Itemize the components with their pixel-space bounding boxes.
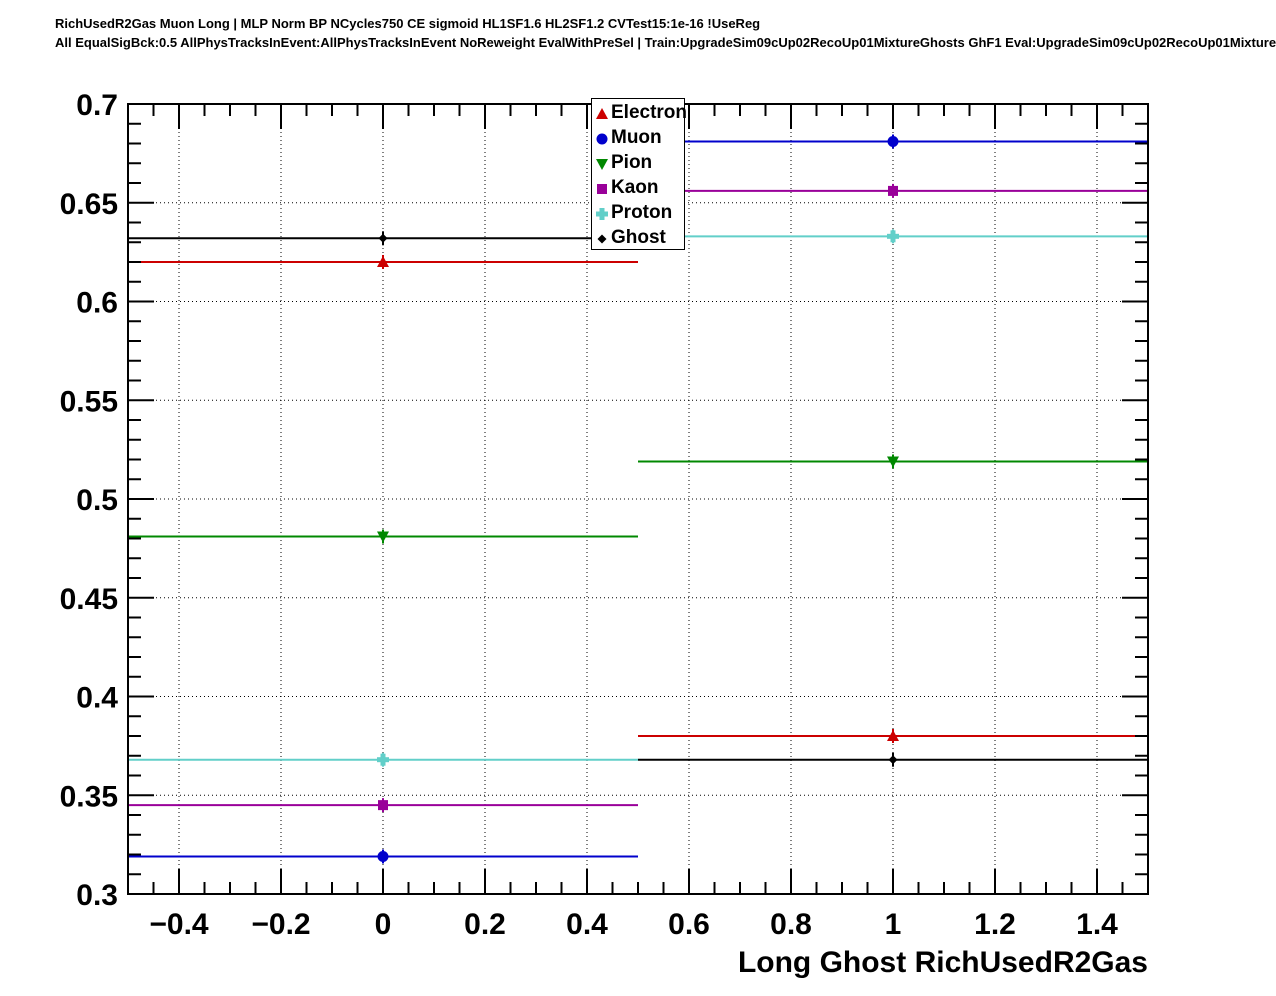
legend-label: Pion [611,152,653,173]
legend-label: Kaon [611,177,659,198]
legend: Electron Muon Pion Kaon Proton Ghost [591,98,688,250]
series-kaon [128,183,1148,813]
x-tick-label: −0.2 [251,908,310,941]
legend-entry-kaon: Kaon [595,175,684,200]
electron-triangle-up-icon [595,105,611,121]
y-tick-label: 0.6 [76,287,118,320]
legend-label: Proton [611,202,673,223]
ghost-diamond-icon [595,230,611,246]
kaon-square-icon [595,180,611,196]
axis-tick-labels: −0.4 −0.2 0 0.2 0.4 0.6 0.8 1 1.2 1.4 0.3 0.35 0.4 0.… [60,89,1119,941]
legend-entry-ghost: Ghost [595,225,684,250]
x-tick-label: 0.4 [566,908,608,941]
root-canvas: RichUsedR2Gas Muon Long | MLP Norm BP NC… [0,0,1276,996]
legend-label: Ghost [611,227,666,248]
legend-entry-muon: Muon [595,125,684,150]
x-tick-label: 1.4 [1076,908,1118,941]
y-tick-label: 0.45 [60,583,118,616]
y-tick-label: 0.4 [76,682,118,715]
legend-entry-pion: Pion [595,150,684,175]
x-tick-label: 0.6 [668,908,710,941]
legend-label: Muon [611,127,662,148]
y-tick-label: 0.7 [76,89,118,122]
series-proton [128,229,1148,767]
y-tick-label: 0.3 [76,879,118,912]
x-tick-label: 0.8 [770,908,812,941]
x-tick-label: 1 [885,908,902,941]
y-tick-label: 0.35 [60,780,118,813]
legend-entry-electron: Electron [595,100,688,125]
x-tick-label: 1.2 [974,908,1016,941]
x-tick-label: −0.4 [149,908,209,941]
x-tick-label: 0 [375,908,392,941]
legend-entry-proton: Proton [595,200,684,225]
x-tick-label: 0.2 [464,908,506,941]
y-tick-label: 0.65 [60,188,118,221]
pion-triangle-down-icon [595,155,611,171]
legend-label: Electron [611,102,688,123]
muon-circle-icon [595,130,611,146]
y-tick-label: 0.5 [76,484,118,517]
x-axis-title: Long Ghost RichUsedR2Gas [737,946,1148,979]
y-tick-label: 0.55 [60,385,118,418]
proton-plus-icon [595,205,611,221]
